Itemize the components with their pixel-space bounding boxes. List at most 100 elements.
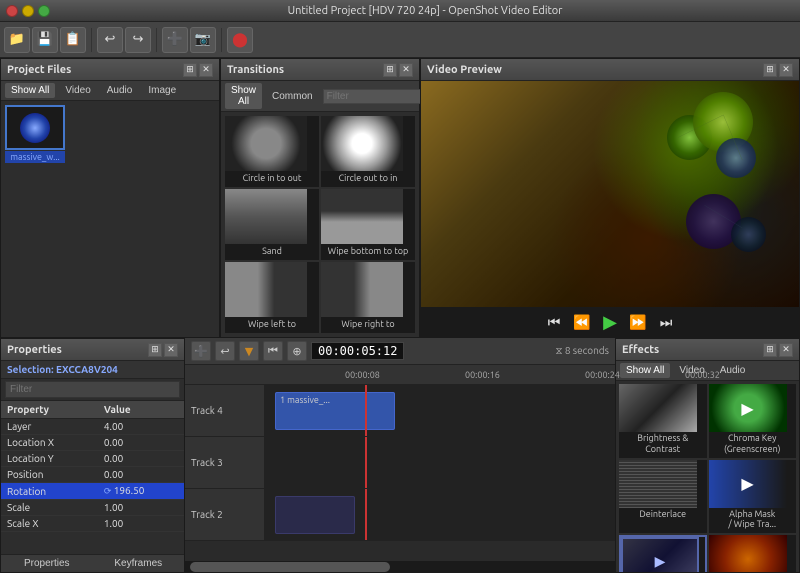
track-content-2[interactable] (265, 489, 615, 540)
props-float-button[interactable]: ⊞ (148, 343, 162, 357)
effect-chroma[interactable]: Chroma Key(Greenscreen) (709, 384, 797, 458)
property-value: ⟳ 196.50 (98, 483, 184, 500)
effect-brightness[interactable]: Brightness &Contrast (619, 384, 707, 458)
effect-alpha[interactable]: Alpha Mask/ Wipe Tra... (709, 460, 797, 534)
import-button[interactable]: 📷 (190, 27, 216, 53)
table-row-rotation[interactable]: Rotation ⟳ 196.50 (1, 483, 184, 500)
vp-panel-controls[interactable]: ⊞ ✕ (763, 63, 793, 77)
panel-controls[interactable]: ⊞ ✕ (183, 63, 213, 77)
transition-thumb (225, 116, 307, 171)
clip-block-2[interactable] (275, 496, 355, 534)
transition-item-wipe-left[interactable]: Wipe left to (225, 262, 319, 333)
trans-tab-show-all[interactable]: Show All (225, 83, 262, 109)
window-title: Untitled Project [HDV 720 24p] - OpenSho… (56, 5, 794, 17)
record-button[interactable]: ⬤ (227, 27, 253, 53)
toolbar-separator-2 (156, 28, 157, 52)
orb-3 (716, 138, 756, 178)
table-row[interactable]: Position 0.00 (1, 467, 184, 483)
tab-video[interactable]: Video (59, 83, 96, 98)
time-marker-2: 00:00:16 (465, 370, 500, 380)
timeline-razor-button[interactable]: ▼ (239, 341, 259, 361)
transition-label: Wipe left to (225, 317, 319, 331)
props-close-button[interactable]: ✕ (164, 343, 178, 357)
file-grid: massive_w... (1, 101, 219, 337)
effect-saturation[interactable]: ColorSaturation (709, 535, 797, 572)
trans-tab-common[interactable]: Common (266, 89, 319, 104)
effect-deinterlace[interactable]: Deinterlace (619, 460, 707, 534)
timeline-center-button[interactable]: ⊕ (287, 341, 307, 361)
transition-thumb (321, 262, 403, 317)
tab-audio[interactable]: Audio (101, 83, 139, 98)
table-row[interactable]: Location X 0.00 (1, 435, 184, 451)
vp-close-button[interactable]: ✕ (779, 63, 793, 77)
properties-bottom-tabs: Properties Keyframes (1, 554, 184, 572)
jump-start-button[interactable]: ⏮ (543, 311, 565, 333)
clip-button[interactable]: 📋 (60, 27, 86, 53)
close-button[interactable] (6, 5, 18, 17)
effects-panel-controls[interactable]: ⊞ ✕ (763, 343, 793, 357)
table-row[interactable]: Location Y 0.00 (1, 451, 184, 467)
selection-label: Selection: EXCCA8V204 (1, 361, 184, 379)
effect-negative[interactable]: Negative (619, 535, 707, 572)
props-panel-controls[interactable]: ⊞ ✕ (148, 343, 178, 357)
properties-tab[interactable]: Properties (1, 555, 93, 572)
playhead-2 (365, 489, 367, 540)
play-button[interactable]: ▶ (599, 311, 621, 333)
transition-item-circle-out[interactable]: Circle out to in (321, 116, 415, 187)
track-label-4: Track 4 (185, 385, 265, 436)
window-controls[interactable] (6, 5, 50, 17)
trans-float-button[interactable]: ⊞ (383, 63, 397, 77)
tab-image[interactable]: Image (142, 83, 182, 98)
panel-float-button[interactable]: ⊞ (183, 63, 197, 77)
panel-close-button[interactable]: ✕ (199, 63, 213, 77)
property-name: Scale (1, 500, 98, 516)
track-content-4[interactable]: 1 massive_... (265, 385, 615, 436)
trans-panel-controls[interactable]: ⊞ ✕ (383, 63, 413, 77)
time-display: 00:00:05:12 (311, 342, 404, 360)
effects-close-button[interactable]: ✕ (779, 343, 793, 357)
fast-forward-button[interactable]: ⏩ (627, 311, 649, 333)
property-name: Scale X (1, 516, 98, 532)
table-row[interactable]: Layer 4.00 (1, 419, 184, 435)
save-button[interactable]: 💾 (32, 27, 58, 53)
undo-button[interactable]: ↩ (97, 27, 123, 53)
track-row-2: Track 2 (185, 489, 615, 541)
clip-block[interactable]: 1 massive_... (275, 392, 395, 430)
track-row-3: Track 3 (185, 437, 615, 489)
track-content-3[interactable] (265, 437, 615, 488)
minimize-button[interactable] (22, 5, 34, 17)
scrollbar-thumb[interactable] (190, 562, 390, 572)
keyframes-tab[interactable]: Keyframes (93, 555, 185, 572)
project-files-title: Project Files (7, 64, 71, 76)
transition-item-wipe-bottom[interactable]: Wipe bottom to top (321, 189, 415, 260)
table-row[interactable]: Scale X 1.00 (1, 516, 184, 532)
trans-close-button[interactable]: ✕ (399, 63, 413, 77)
timeline-scrollbar[interactable] (185, 561, 615, 573)
transition-item-circle-in[interactable]: Circle in to out (225, 116, 319, 187)
transition-item-wipe-right[interactable]: Wipe right to (321, 262, 415, 333)
file-item[interactable]: massive_w... (5, 105, 65, 333)
effect-thumb (619, 384, 697, 432)
transition-thumb (321, 189, 403, 244)
transitions-tabs: Show All Common (221, 81, 419, 112)
timeline-jump-start-button[interactable]: ⏮ (263, 341, 283, 361)
tab-show-all[interactable]: Show All (5, 83, 55, 98)
effects-tab-show-all[interactable]: Show All (620, 363, 670, 378)
timeline-add-button[interactable]: ➕ (191, 341, 211, 361)
jump-end-button[interactable]: ⏭ (655, 311, 677, 333)
table-row[interactable]: Scale 1.00 (1, 500, 184, 516)
vp-float-button[interactable]: ⊞ (763, 63, 777, 77)
new-button[interactable]: 📁 (4, 27, 30, 53)
video-preview-title: Video Preview (427, 64, 502, 76)
timeline-undo-button[interactable]: ↩ (215, 341, 235, 361)
properties-filter-input[interactable] (5, 381, 180, 398)
add-button[interactable]: ➕ (162, 27, 188, 53)
maximize-button[interactable] (38, 5, 50, 17)
effects-float-button[interactable]: ⊞ (763, 343, 777, 357)
effects-title: Effects (622, 344, 659, 356)
thumbnail-orb (20, 113, 50, 143)
transition-label: Circle out to in (321, 171, 415, 185)
redo-button[interactable]: ↪ (125, 27, 151, 53)
rewind-button[interactable]: ⏪ (571, 311, 593, 333)
transition-item-sand[interactable]: Sand (225, 189, 319, 260)
